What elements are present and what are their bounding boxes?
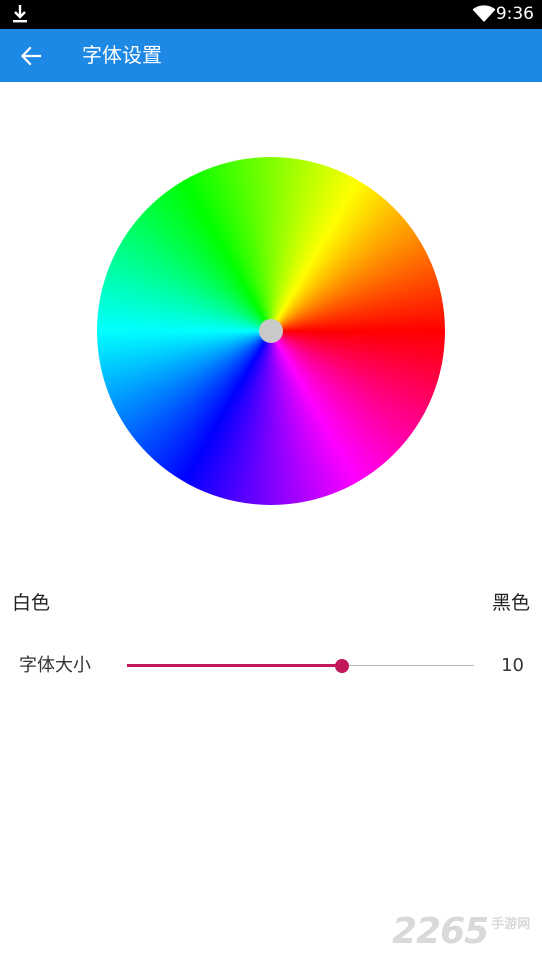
- label-black: 黑色: [491, 592, 530, 614]
- page-title: 字体设置: [82, 43, 162, 67]
- font-size-slider[interactable]: [127, 652, 474, 680]
- status-time: 9:36: [495, 4, 534, 24]
- slider-thumb[interactable]: [335, 659, 350, 673]
- back-button[interactable]: [12, 37, 50, 75]
- slider-fill: [127, 664, 343, 667]
- font-size-row: 字体大小 10: [0, 648, 542, 684]
- app-bar: 字体设置: [0, 29, 542, 82]
- font-size-value: 10: [501, 655, 524, 676]
- watermark-site: 手游网: [491, 917, 531, 932]
- watermark-digits: 2265: [392, 911, 489, 952]
- font-size-label: 字体大小: [19, 655, 91, 676]
- wifi-icon: [472, 5, 496, 22]
- status-bar: 9:36: [0, 0, 542, 29]
- label-white: 白色: [12, 592, 51, 614]
- arrow-back-icon: [20, 46, 42, 66]
- download-icon: [13, 5, 27, 23]
- color-wheel-selector[interactable]: [259, 319, 283, 343]
- watermark-logo: 2265 手游网: [392, 908, 530, 952]
